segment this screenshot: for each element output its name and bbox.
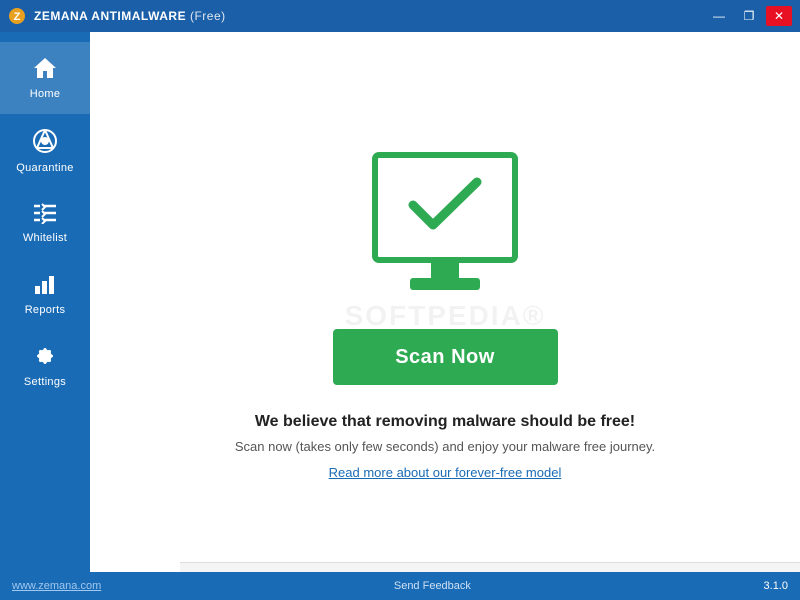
sidebar-item-home[interactable]: Home	[0, 42, 90, 114]
home-icon	[32, 56, 58, 84]
reports-icon	[33, 272, 57, 300]
minimize-button[interactable]: —	[706, 6, 732, 26]
sidebar-item-label-settings: Settings	[24, 376, 66, 388]
status-bar: www.zemana.com Send Feedback 3.1.0	[0, 572, 800, 600]
title-bar: Z ZEMANA ANTIMALWARE (Free) — ❐ ✕	[0, 0, 800, 32]
version-number: 3.1.0	[764, 580, 788, 592]
window-controls: — ❐ ✕	[706, 6, 792, 26]
app-logo-icon: Z	[8, 7, 26, 25]
sidebar-item-label-quarantine: Quarantine	[16, 162, 73, 174]
maximize-button[interactable]: ❐	[736, 6, 762, 26]
quarantine-icon	[32, 128, 58, 158]
sidebar-item-label-reports: Reports	[25, 304, 66, 316]
promo-link[interactable]: Read more about our forever-free model	[329, 465, 562, 480]
sidebar-item-quarantine[interactable]: Quarantine	[0, 114, 90, 188]
sidebar-item-label-home: Home	[30, 88, 61, 100]
promo-subtitle: Scan now (takes only few seconds) and en…	[235, 439, 655, 454]
sidebar-item-whitelist[interactable]: Whitelist	[0, 188, 90, 258]
monitor-icon	[355, 150, 535, 305]
monitor-graphic	[355, 150, 535, 305]
app-body: Home Quarantine	[0, 32, 800, 600]
sidebar-item-reports[interactable]: Reports	[0, 258, 90, 330]
promo-title: We believe that removing malware should …	[235, 413, 655, 431]
whitelist-icon	[32, 202, 58, 228]
sidebar-item-label-whitelist: Whitelist	[23, 232, 67, 244]
settings-icon	[33, 344, 57, 372]
main-content: SOFTPEDIA® Scan Now We believe that remo…	[90, 32, 800, 600]
title-bar-left: Z ZEMANA ANTIMALWARE (Free)	[8, 7, 226, 25]
sidebar-item-settings[interactable]: Settings	[0, 330, 90, 402]
close-button[interactable]: ✕	[766, 6, 792, 26]
scan-now-button[interactable]: Scan Now	[333, 329, 558, 385]
website-link[interactable]: www.zemana.com	[12, 580, 101, 592]
status-feedback[interactable]: Send Feedback	[394, 580, 471, 592]
sidebar: Home Quarantine	[0, 32, 90, 600]
promo-section: We believe that removing malware should …	[235, 413, 655, 482]
svg-text:Z: Z	[14, 11, 21, 23]
app-title: ZEMANA ANTIMALWARE (Free)	[34, 9, 226, 23]
